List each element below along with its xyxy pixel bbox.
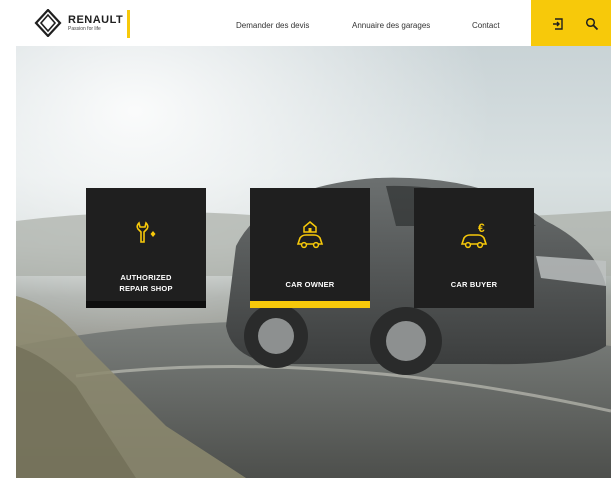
card-label-text: AUTHORIZED REPAIR SHOP	[119, 273, 173, 293]
nav-link-garage-directory[interactable]: Annuaire des garages	[352, 21, 430, 30]
header-actions	[531, 0, 611, 46]
logo-text: RENAULT Passion for life	[68, 14, 123, 33]
search-icon	[585, 17, 599, 31]
card-label: CAR OWNER	[250, 279, 370, 290]
card-authorized-repair-shop[interactable]: AUTHORIZED REPAIR SHOP	[86, 188, 206, 308]
site-header: RENAULT Passion for life Demander des de…	[0, 0, 611, 46]
wrench-icon	[136, 221, 156, 243]
card-icon-wrap	[250, 220, 370, 250]
login-button[interactable]	[547, 13, 569, 35]
card-label-text: CAR OWNER	[285, 280, 335, 289]
card-label: CAR BUYER	[414, 279, 534, 290]
renault-diamond-icon	[34, 9, 62, 37]
hero-banner: AUTHORIZED REPAIR SHOP CAR OWNER € CAR B…	[16, 46, 611, 478]
car-euro-icon: €	[460, 221, 488, 249]
card-label: AUTHORIZED REPAIR SHOP	[86, 272, 206, 294]
card-icon-wrap: €	[414, 220, 534, 250]
nav-link-contact[interactable]: Contact	[472, 21, 500, 30]
brand-name: RENAULT	[68, 13, 124, 26]
card-car-owner[interactable]: CAR OWNER	[250, 188, 370, 308]
card-car-buyer[interactable]: € CAR BUYER	[414, 188, 534, 308]
card-bottom-bar	[86, 301, 206, 308]
card-icon-wrap	[86, 220, 206, 250]
nav-link-quotes[interactable]: Demander des devis	[236, 21, 309, 30]
car-home-icon	[296, 221, 324, 249]
renault-logo[interactable]: RENAULT Passion for life	[34, 9, 123, 37]
active-card-indicator	[250, 301, 370, 308]
search-button[interactable]	[581, 13, 603, 35]
login-icon	[553, 18, 563, 30]
brand-slogan: Passion for life	[68, 25, 101, 32]
svg-text:€: €	[478, 221, 485, 235]
logo-divider	[127, 10, 130, 38]
card-label-text: CAR BUYER	[450, 280, 498, 289]
